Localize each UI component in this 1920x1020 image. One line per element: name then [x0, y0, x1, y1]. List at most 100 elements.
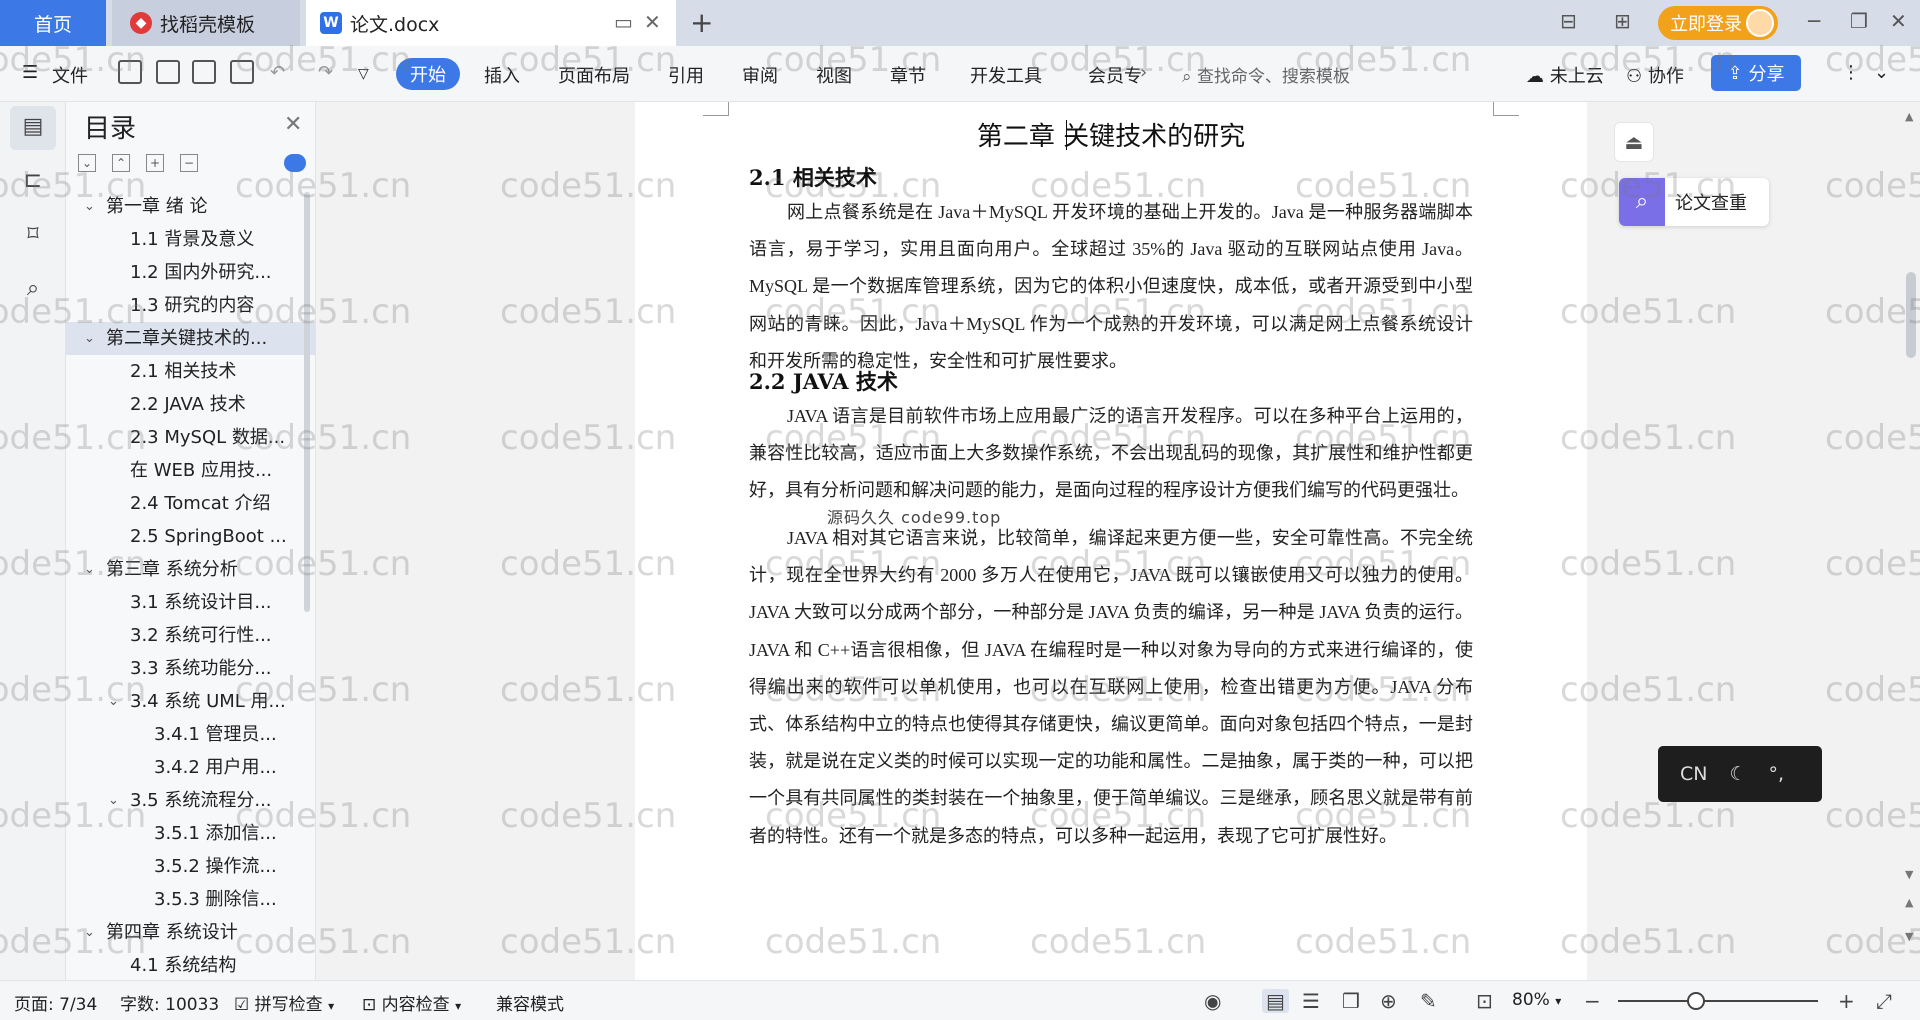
fit-page-icon[interactable]: ⊡ — [1476, 989, 1493, 1013]
document-scrollbar[interactable]: ▲ ▼ ▲ ▼ — [1902, 102, 1920, 980]
menu-review[interactable]: 审阅 — [742, 62, 778, 88]
minimize-icon[interactable]: ─ — [1808, 9, 1820, 33]
toc-item[interactable]: 3.5.2 操作流... — [66, 850, 315, 883]
print-icon[interactable] — [192, 60, 216, 84]
chapter-nav-icon[interactable]: ⊏ — [20, 168, 46, 194]
toc-item[interactable]: ⌄ 3.4 系统 UML 用... — [66, 685, 315, 718]
reading-view-icon[interactable]: ❒ — [1342, 989, 1360, 1013]
page-count[interactable]: 页面: 7/34 — [14, 990, 97, 1015]
collaborate-button[interactable]: ⚇ 协作 — [1626, 62, 1684, 88]
zoom-slider-knob[interactable] — [1687, 992, 1705, 1010]
chevron-down-icon[interactable]: ⌄ — [84, 553, 95, 586]
toc-item[interactable]: 3.2 系统可行性... — [66, 619, 315, 652]
ime-toolbar[interactable]: CN ☾ °, — [1658, 746, 1822, 802]
toc-item[interactable]: ⌄ 3.5 系统流程分... — [66, 784, 315, 817]
toc-item[interactable]: ⌄ 第三章 系统分析 — [66, 553, 315, 586]
command-search[interactable]: ⌕ 查找命令、搜索模板 — [1182, 62, 1350, 87]
collapse-side-icon[interactable]: ⏏ — [1614, 122, 1654, 162]
chevron-down-icon[interactable]: ⌄ — [84, 190, 95, 223]
toc-item[interactable]: 4.1 系统结构 — [66, 949, 315, 980]
toc-item[interactable]: 3.3 系统功能分... — [66, 652, 315, 685]
customize-toolbar-icon[interactable]: ▽ — [358, 66, 369, 82]
restore-icon[interactable]: ❐ — [1850, 9, 1868, 33]
toc-item[interactable]: ⌄ 第四章 系统设计 — [66, 916, 315, 949]
prev-page-icon[interactable]: ▲ — [1905, 896, 1913, 909]
cloud-status[interactable]: ☁ 未上云 — [1526, 62, 1604, 88]
toc-item[interactable]: 3.4.2 用户用... — [66, 751, 315, 784]
menu-page-layout[interactable]: 页面布局 — [558, 62, 630, 88]
toc-item[interactable]: 3.5.1 添加信... — [66, 817, 315, 850]
punctuation-icon[interactable]: °, — [1769, 763, 1785, 785]
outline-view-icon[interactable]: ☰ — [1302, 989, 1320, 1013]
redo-icon[interactable]: ↷ — [318, 62, 333, 83]
chevron-down-icon[interactable]: ⌄ — [108, 685, 119, 718]
collapse-all-icon[interactable]: ⌃ — [112, 154, 130, 172]
print-preview-icon[interactable] — [230, 60, 254, 84]
menu-section[interactable]: 章节 — [890, 62, 926, 88]
file-menu[interactable]: 文件 — [52, 62, 88, 88]
apps-grid-icon[interactable]: ⊞ — [1614, 9, 1631, 33]
layout-icon[interactable]: ⊟ — [1560, 9, 1577, 33]
toc-item[interactable]: 1.3 研究的内容 — [66, 289, 315, 322]
scroll-down-icon[interactable]: ▼ — [1905, 868, 1913, 881]
toc-item[interactable]: 2.5 SpringBoot ... — [66, 520, 315, 553]
menu-references[interactable]: 引用 — [668, 62, 704, 88]
toc-item[interactable]: 3.4.1 管理员... — [66, 718, 315, 751]
toc-item[interactable]: 2.1 相关技术 — [66, 355, 315, 388]
toc-item[interactable]: 1.2 国内外研究... — [66, 256, 315, 289]
toc-item-active[interactable]: ⌄ 第二章关键技术的... — [66, 322, 315, 355]
save-icon[interactable] — [118, 60, 142, 84]
toc-item[interactable]: 在 WEB 应用技... — [66, 454, 315, 487]
toc-item[interactable]: 1.1 背景及意义 — [66, 223, 315, 256]
fullscreen-icon[interactable]: ⤢ — [1876, 989, 1892, 1013]
toc-item[interactable]: 2.2 JAVA 技术 — [66, 388, 315, 421]
menu-member[interactable]: 会员专 — [1088, 62, 1142, 88]
collapse-ribbon-icon[interactable]: ⌄ — [1874, 62, 1889, 83]
content-check-button[interactable]: ⊡ 内容检查 ▾ — [362, 990, 461, 1015]
zoom-in-icon[interactable]: + — [1838, 989, 1855, 1013]
ai-assistant-icon[interactable] — [284, 154, 306, 172]
export-pdf-icon[interactable] — [156, 60, 180, 84]
tab-document[interactable]: W 论文.docx ▭ ✕ — [306, 0, 676, 46]
menu-view[interactable]: 视图 — [816, 62, 852, 88]
plagiarism-check-button[interactable]: ⌕ 论文查重 — [1619, 178, 1769, 226]
spell-check-button[interactable]: ☑ 拼写检查 ▾ — [234, 990, 334, 1015]
ribbon-more-icon[interactable]: › — [1140, 62, 1147, 83]
scroll-up-icon[interactable]: ▲ — [1905, 110, 1913, 123]
menu-icon[interactable]: ☰ — [22, 62, 38, 83]
float-window-icon[interactable]: ▭ — [614, 10, 633, 34]
share-button[interactable]: ⇪ 分享 — [1711, 55, 1801, 91]
find-icon[interactable]: ⌕ — [20, 276, 46, 302]
chevron-down-icon[interactable]: ⌄ — [84, 322, 95, 355]
word-count[interactable]: 字数: 10033 — [120, 990, 219, 1015]
menu-developer[interactable]: 开发工具 — [970, 62, 1042, 88]
chevron-down-icon[interactable]: ⌄ — [84, 916, 95, 949]
write-view-icon[interactable]: ✎ — [1420, 989, 1437, 1013]
document-page[interactable]: 第二章 关键技术的研究 2.1 相关技术 网上点餐系统是在 Java＋MySQL… — [635, 102, 1587, 980]
zoom-out-icon[interactable]: − — [1584, 989, 1601, 1013]
toc-item[interactable]: 3.5.3 删除信... — [66, 883, 315, 916]
login-button[interactable]: 立即登录 — [1658, 6, 1778, 40]
menu-insert[interactable]: 插入 — [484, 62, 520, 88]
new-tab-icon[interactable]: + — [690, 6, 713, 39]
close-window-icon[interactable]: ✕ — [1890, 9, 1907, 33]
toc-item[interactable]: ⌄ 第一章 绪 论 — [66, 190, 315, 223]
zoom-slider[interactable] — [1618, 992, 1818, 1010]
bookmark-icon[interactable]: ⌑ — [20, 222, 46, 248]
chevron-down-icon[interactable]: ⌄ — [108, 784, 119, 817]
more-options-icon[interactable]: ⋮ — [1842, 62, 1860, 83]
toc-item[interactable]: 3.1 系统设计目... — [66, 586, 315, 619]
moon-icon[interactable]: ☾ — [1729, 763, 1746, 785]
remove-heading-icon[interactable]: − — [180, 154, 198, 172]
web-view-icon[interactable]: ⊕ — [1380, 989, 1397, 1013]
page-view-icon[interactable]: ▤ — [1262, 989, 1289, 1013]
outline-icon[interactable]: ▤ — [10, 106, 56, 150]
toc-scrollbar[interactable] — [304, 192, 310, 612]
menu-start[interactable]: 开始 — [396, 58, 460, 90]
add-heading-icon[interactable]: + — [146, 154, 164, 172]
next-page-icon[interactable]: ▼ — [1905, 930, 1913, 943]
close-tab-icon[interactable]: ✕ — [644, 10, 661, 34]
toc-item[interactable]: 2.4 Tomcat 介绍 — [66, 487, 315, 520]
tab-template[interactable]: ◆ 找稻壳模板 — [112, 0, 300, 46]
undo-icon[interactable]: ↶ — [270, 62, 285, 83]
